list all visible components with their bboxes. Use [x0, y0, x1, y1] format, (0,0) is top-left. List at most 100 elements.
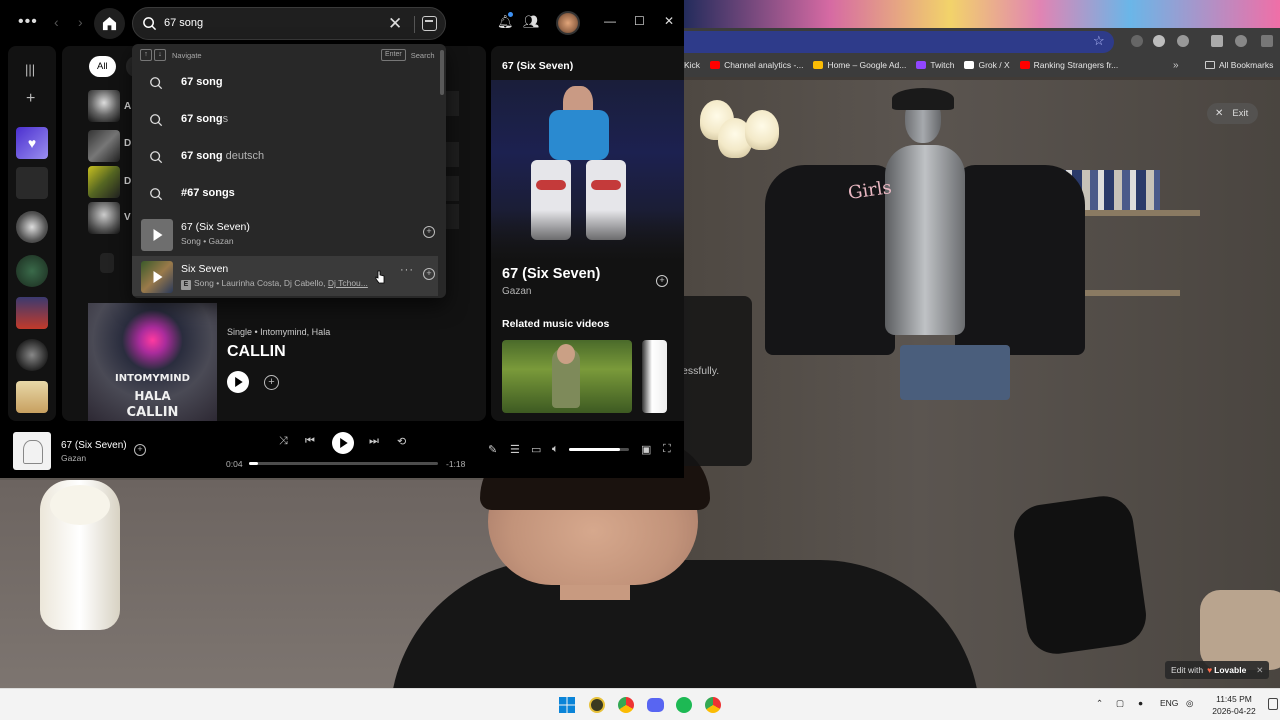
track-cover[interactable]: [141, 261, 173, 293]
bookmark-item[interactable]: Grok / X: [964, 60, 1010, 70]
now-playing-artist[interactable]: Gazan: [502, 286, 531, 297]
library-item[interactable]: [16, 297, 48, 329]
single-cover-art[interactable]: INTOMYMIND HALA CALLIN: [88, 303, 217, 421]
add-to-library-button[interactable]: +: [264, 375, 279, 390]
menu-icon[interactable]: [1211, 35, 1223, 47]
home-button[interactable]: [94, 8, 125, 39]
add-to-library-button[interactable]: +: [134, 444, 146, 456]
result-thumbnail[interactable]: [88, 90, 120, 122]
library-item[interactable]: [16, 339, 48, 371]
library-icon[interactable]: |||: [25, 62, 35, 77]
filter-chip-all[interactable]: All: [89, 56, 116, 77]
result-thumbnail[interactable]: [100, 253, 114, 273]
wifi-icon[interactable]: ◎: [1186, 698, 1193, 709]
extension-icon[interactable]: [1177, 35, 1189, 47]
suggestion-item[interactable]: 67 song deutsch: [132, 139, 438, 175]
chevron-up-icon[interactable]: ⌃: [1096, 698, 1103, 709]
suggestion-item[interactable]: 67 song: [132, 65, 438, 101]
add-to-library-button[interactable]: +: [656, 275, 668, 287]
shuffle-icon[interactable]: ⤨: [279, 435, 288, 448]
library-item[interactable]: [16, 381, 48, 413]
track-result[interactable]: 67 (Six Seven) Song • Gazan +: [132, 214, 438, 254]
result-label[interactable]: D: [124, 138, 131, 149]
add-to-library-button[interactable]: +: [423, 268, 435, 280]
search-bar[interactable]: 67 song ✕: [132, 7, 446, 40]
track-cover[interactable]: [141, 219, 173, 251]
track-title[interactable]: 67 (Six Seven): [181, 221, 250, 233]
add-to-library-button[interactable]: +: [423, 226, 435, 238]
liked-songs-item[interactable]: ♥: [16, 127, 48, 159]
artist-link[interactable]: Dj Tchou...: [328, 278, 368, 288]
browse-icon[interactable]: [422, 16, 437, 31]
network-icon[interactable]: ▢: [1116, 698, 1124, 709]
bookmark-item[interactable]: Home – Google Ad...: [813, 60, 906, 70]
clock[interactable]: 11:45 PM 2026-04-22: [1204, 693, 1264, 717]
volume-slider[interactable]: [569, 448, 629, 451]
result-thumbnail[interactable]: [88, 202, 120, 234]
bookmark-item[interactable]: Kick: [684, 60, 700, 70]
result-label[interactable]: V: [124, 212, 131, 223]
connect-device-icon[interactable]: ▭: [531, 443, 541, 456]
taskbar-app[interactable]: [615, 694, 637, 716]
all-bookmarks[interactable]: All Bookmarks: [1205, 60, 1273, 70]
lyrics-icon[interactable]: ✎: [488, 443, 497, 456]
avatar[interactable]: [556, 11, 580, 35]
profile-icon[interactable]: [1235, 35, 1247, 47]
more-options-icon[interactable]: ···: [400, 264, 414, 276]
taskbar-app[interactable]: [673, 694, 695, 716]
miniplayer-icon[interactable]: ▣: [641, 443, 651, 456]
volume-icon[interactable]: 🔈︎: [552, 443, 559, 456]
more-icon[interactable]: [1261, 35, 1273, 47]
clear-search-icon[interactable]: ✕: [388, 14, 402, 34]
now-playing-cover[interactable]: [13, 432, 51, 470]
result-thumbnail[interactable]: [88, 130, 120, 162]
track-title[interactable]: Six Seven: [181, 263, 228, 275]
extension-icon[interactable]: [1153, 35, 1165, 47]
taskbar-app[interactable]: [702, 694, 724, 716]
suggestion-item[interactable]: 67 songs: [132, 102, 438, 138]
friends-icon[interactable]: 👥︎: [523, 14, 540, 30]
player-track-artist[interactable]: Gazan: [61, 453, 86, 463]
maximize-icon[interactable]: ☐: [634, 14, 645, 28]
previous-icon[interactable]: ⏮︎: [305, 435, 315, 448]
start-button[interactable]: [556, 694, 578, 716]
language-indicator[interactable]: ENG: [1160, 698, 1178, 708]
single-title[interactable]: CALLIN: [227, 343, 286, 361]
track-result[interactable]: Six Seven E Song • Laurinha Costa, Dj Cab…: [132, 256, 438, 296]
progress-bar[interactable]: [249, 462, 438, 465]
bookmark-star-icon[interactable]: ☆: [1093, 33, 1105, 49]
bookmark-item[interactable]: Ranking Strangers fr...: [1019, 60, 1118, 70]
library-item[interactable]: [16, 255, 48, 287]
player-track-title[interactable]: 67 (Six Seven): [61, 440, 127, 451]
play-button[interactable]: [227, 371, 249, 393]
menu-dots-icon[interactable]: •••: [18, 13, 38, 31]
queue-icon[interactable]: ☰: [510, 443, 520, 456]
bookmark-item[interactable]: Channel analytics -...: [710, 60, 803, 70]
bookmark-item[interactable]: Twitch: [916, 60, 954, 70]
bookmarks-overflow[interactable]: »: [1173, 60, 1179, 71]
music-video[interactable]: [491, 80, 684, 262]
taskbar-app[interactable]: [586, 694, 608, 716]
repeat-icon[interactable]: ⟲: [397, 435, 406, 448]
scrollbar[interactable]: [440, 50, 444, 95]
exit-button[interactable]: ✕ Exit: [1207, 103, 1259, 124]
search-input[interactable]: 67 song: [164, 17, 203, 29]
notification-icon[interactable]: [1268, 698, 1278, 710]
related-video-thumbnail[interactable]: [642, 340, 667, 413]
suggestion-item[interactable]: #67 songs: [132, 176, 438, 212]
close-window-icon[interactable]: ✕: [664, 14, 674, 28]
taskbar-app[interactable]: [644, 694, 666, 716]
next-icon[interactable]: ⏭︎: [369, 435, 379, 448]
forward-arrow-icon[interactable]: ›: [78, 14, 83, 30]
fullscreen-icon[interactable]: ⛶: [663, 443, 671, 456]
related-video-thumbnail[interactable]: [502, 340, 632, 413]
minimize-icon[interactable]: —: [604, 14, 616, 28]
play-button[interactable]: [332, 432, 354, 454]
result-thumbnail[interactable]: [88, 166, 120, 198]
extension-icon[interactable]: [1131, 35, 1143, 47]
library-item[interactable]: [16, 167, 48, 199]
lovable-badge[interactable]: Edit with ♥ Lovable ✕: [1165, 661, 1270, 679]
now-playing-song[interactable]: 67 (Six Seven): [502, 266, 600, 282]
mic-icon[interactable]: ●: [1138, 698, 1143, 708]
close-icon[interactable]: ✕: [1256, 665, 1263, 676]
